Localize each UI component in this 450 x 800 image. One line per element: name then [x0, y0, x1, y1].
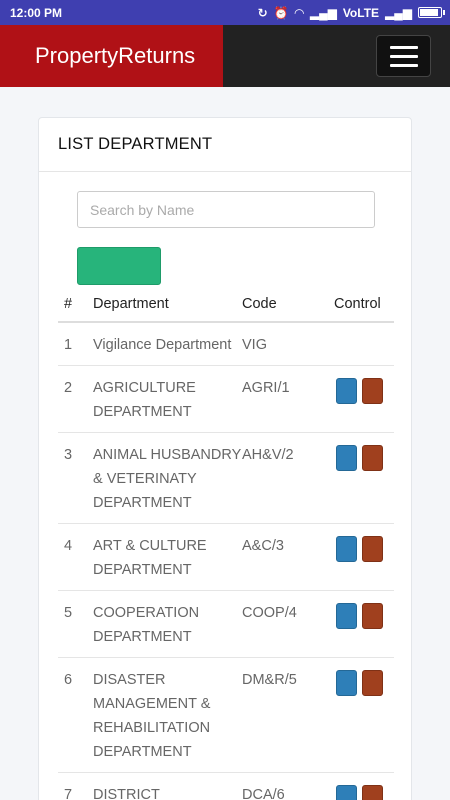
row-code: DM&R/5 — [242, 657, 334, 773]
hamburger-icon[interactable] — [376, 35, 431, 77]
row-department: COOPERATION DEPARTMENT — [93, 590, 242, 658]
row-code: COOP/4 — [242, 590, 334, 658]
row-number: 4 — [58, 523, 93, 591]
header-number: # — [58, 286, 93, 323]
row-department: AGRICULTURE DEPARTMENT — [93, 365, 242, 433]
wifi-icon: ◠ — [294, 5, 304, 20]
department-card: LIST DEPARTMENT # Department Code Contro… — [38, 117, 412, 800]
row-number: 6 — [58, 657, 93, 773]
card-header: LIST DEPARTMENT — [39, 118, 411, 172]
network-label: VoLTE — [342, 5, 380, 20]
row-code: DCA/6 — [242, 772, 334, 800]
search-input[interactable] — [77, 191, 375, 228]
page-title: LIST DEPARTMENT — [58, 135, 213, 153]
row-department: DISASTER MANAGEMENT & REHABILITATION DEP… — [93, 657, 242, 773]
edit-button[interactable] — [336, 536, 357, 562]
row-controls — [334, 772, 394, 800]
row-controls — [334, 590, 394, 658]
table-row: 4 ART & CULTURE DEPARTMENT A&C/3 — [58, 523, 394, 591]
signal-icon: ▂▄▆ — [385, 5, 412, 20]
edit-button[interactable] — [336, 445, 357, 471]
row-code: AH&V/2 — [242, 432, 334, 524]
delete-button[interactable] — [362, 670, 383, 696]
header-control: Control — [334, 286, 394, 323]
row-number: 5 — [58, 590, 93, 658]
table-header-row: # Department Code Control — [58, 286, 394, 323]
header-department[interactable]: Department — [93, 286, 242, 323]
row-code: VIG — [242, 322, 334, 366]
row-controls — [334, 432, 394, 524]
department-table: # Department Code Control 1 Vigilance De… — [58, 286, 394, 800]
row-number: 3 — [58, 432, 93, 524]
delete-button[interactable] — [362, 785, 383, 800]
row-number: 2 — [58, 365, 93, 433]
edit-button[interactable] — [336, 785, 357, 800]
delete-button[interactable] — [362, 536, 383, 562]
status-time: 12:00 PM — [10, 5, 63, 20]
row-controls — [334, 523, 394, 591]
table-row: 7 DISTRICT DCA/6 — [58, 772, 394, 800]
brand-container[interactable]: PropertyReturns — [0, 25, 223, 87]
status-icons: ↻ ⏰ ◠ ▂▄▆ VoLTE ▂▄▆ — [257, 5, 445, 20]
row-number: 1 — [58, 322, 93, 366]
table-row: 2 AGRICULTURE DEPARTMENT AGRI/1 — [58, 365, 394, 433]
delete-button[interactable] — [362, 378, 383, 404]
delete-button[interactable] — [362, 445, 383, 471]
alarm-icon: ⏰ — [273, 5, 289, 20]
header-code[interactable]: Code — [242, 286, 334, 323]
delete-button[interactable] — [362, 603, 383, 629]
edit-button[interactable] — [336, 670, 357, 696]
navbar: PropertyReturns — [0, 25, 450, 87]
row-department: ANIMAL HUSBANDRY & VETERINATY DEPARTMENT — [93, 432, 242, 524]
table-row: 1 Vigilance Department VIG — [58, 322, 394, 366]
row-department: Vigilance Department — [93, 322, 242, 366]
brand-logo-text[interactable]: PropertyReturns — [35, 43, 195, 69]
row-controls — [334, 657, 394, 773]
row-controls — [334, 322, 394, 366]
status-bar: 12:00 PM ↻ ⏰ ◠ ▂▄▆ VoLTE ▂▄▆ — [0, 0, 450, 25]
signal-icon: ▂▄▆ — [309, 5, 337, 20]
row-department: ART & CULTURE DEPARTMENT — [93, 523, 242, 591]
sync-off-icon: ↻ — [257, 5, 268, 20]
row-department: DISTRICT — [93, 772, 242, 800]
row-code: AGRI/1 — [242, 365, 334, 433]
table-row: 5 COOPERATION DEPARTMENT COOP/4 — [58, 590, 394, 658]
row-code: A&C/3 — [242, 523, 334, 591]
edit-button[interactable] — [336, 378, 357, 404]
row-number: 7 — [58, 772, 93, 800]
battery-icon — [418, 7, 445, 18]
table-row: 3 ANIMAL HUSBANDRY & VETERINATY DEPARTME… — [58, 432, 394, 524]
edit-button[interactable] — [336, 603, 357, 629]
table-row: 6 DISASTER MANAGEMENT & REHABILITATION D… — [58, 657, 394, 773]
row-controls — [334, 365, 394, 433]
add-department-button[interactable] — [77, 247, 161, 285]
